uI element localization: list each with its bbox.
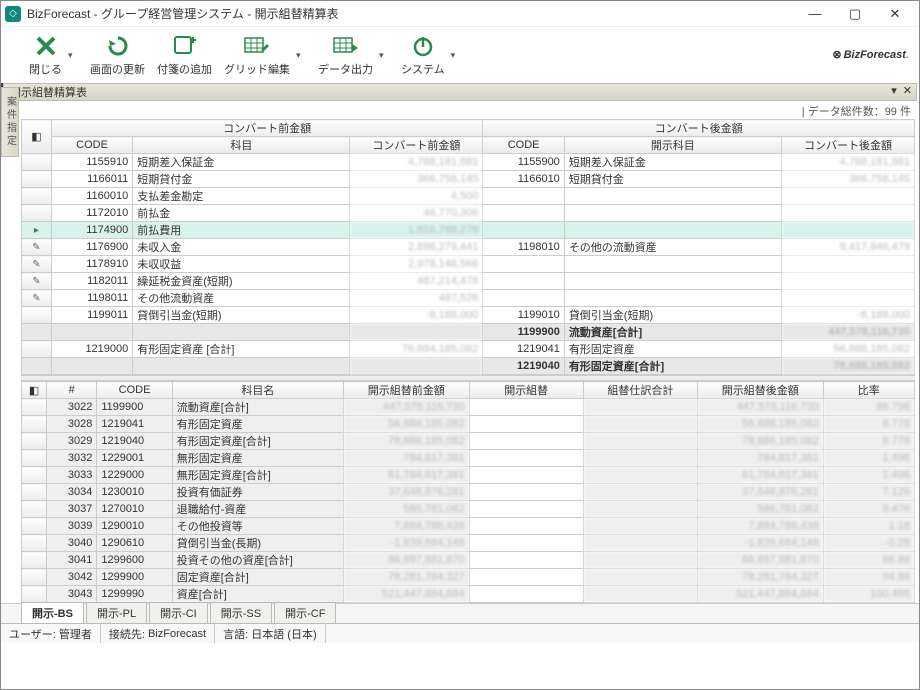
status-user: 管理者: [59, 626, 92, 642]
close-dropdown[interactable]: ▾: [68, 50, 78, 61]
tab-開示-SS[interactable]: 開示-SS: [210, 602, 272, 623]
export-icon: [332, 33, 360, 59]
corner-cell2[interactable]: ◧: [22, 382, 47, 399]
filter-sidebar[interactable]: 案件指定: [1, 87, 19, 157]
refresh-button[interactable]: 画面の更新: [86, 31, 149, 79]
gridedit-dropdown[interactable]: ▾: [296, 50, 306, 61]
table-row[interactable]: 30291219040有形固定資産[合計]78,686,185,08278,68…: [22, 433, 915, 450]
system-dropdown[interactable]: ▾: [451, 50, 461, 61]
gridedit-button[interactable]: グリッド編集: [220, 31, 294, 79]
upper-grid[interactable]: ◧コンバート前金額コンバート後金額 CODE科目コンバート前金額CODE開示科目…: [21, 119, 915, 375]
panel-close-icon[interactable]: ✕: [903, 84, 912, 97]
group-after: コンバート後金額: [483, 120, 915, 137]
brand-logo: ⊗BizForecast.: [832, 41, 909, 64]
table-row[interactable]: 1199011貸倒引当金(短期)-8,188,0001199010貸倒引当金(短…: [22, 307, 915, 324]
maximize-button[interactable]: ▢: [835, 2, 875, 26]
minimize-button[interactable]: —: [795, 2, 835, 26]
table-row[interactable]: 1199900流動資産[合計]447,578,116,730: [22, 324, 915, 341]
table-row[interactable]: 1155910短期差入保証金4,788,181,8811155900短期差入保証…: [22, 154, 915, 171]
table-row[interactable]: ✎1178910未収収益2,978,146,566: [22, 256, 915, 273]
table-row[interactable]: 30321229001無形固定資産784,817,381784,817,3811…: [22, 450, 915, 467]
close-window-button[interactable]: ✕: [875, 2, 915, 26]
lower-grid[interactable]: ◧#CODE科目名開示組替前金額開示組替組替仕訳合計開示組替後金額比率 3022…: [21, 381, 915, 603]
table-row[interactable]: 1219040有形固定資産[合計]78,686,185,082: [22, 358, 915, 375]
titlebar: ◇ BizForecast - グループ経営管理システム - 開示組替精算表 —…: [1, 1, 919, 27]
table-row[interactable]: 30411299600投資その他の資産[合計]86,897,881,87086,…: [22, 552, 915, 569]
table-row[interactable]: ✎1182011繰延税金資産(短期)487,214,478: [22, 273, 915, 290]
tab-開示-CI[interactable]: 開示-CI: [149, 602, 208, 623]
group-before: コンバート前金額: [51, 120, 483, 137]
table-row[interactable]: 1172010前払金46,770,306: [22, 205, 915, 222]
record-count: | データ総件数：99 件: [1, 101, 919, 119]
table-row[interactable]: ▸1174900前払費用1,816,788,278: [22, 222, 915, 239]
close-icon: [34, 33, 58, 59]
table-row[interactable]: 30431299990資産[合計]521,447,884,684521,447,…: [22, 586, 915, 603]
table-row[interactable]: 30391290010その他投資等7,884,788,4387,884,788,…: [22, 518, 915, 535]
table-row[interactable]: 30341230010投資有価証券37,648,876,28137,648,87…: [22, 484, 915, 501]
power-icon: [411, 33, 435, 59]
table-row[interactable]: 30221199900流動資産[合計]447,578,116,730447,57…: [22, 399, 915, 416]
sheet-tabs: 開示-BS開示-PL開示-CI開示-SS開示-CF: [1, 603, 919, 623]
document-title: 開示組替精算表: [10, 84, 87, 100]
table-row[interactable]: 1166011短期貸付金366,758,1451166010短期貸付金366,7…: [22, 171, 915, 188]
table-row[interactable]: 30401290610貸倒引当金(長期)-1,839,684,148-1,839…: [22, 535, 915, 552]
table-row[interactable]: ✎1176900未収入金2,898,279,4411198010その他の流動資産…: [22, 239, 915, 256]
addnote-button[interactable]: 付箋の追加: [153, 31, 216, 79]
status-language: 日本語 (日本): [251, 626, 316, 642]
system-button[interactable]: システム: [397, 31, 449, 79]
table-row[interactable]: 1160010支払差金勘定4,500: [22, 188, 915, 205]
document-header: 開示組替精算表 ▾ ✕: [3, 83, 917, 101]
window-title: BizForecast - グループ経営管理システム - 開示組替精算表: [27, 5, 795, 22]
status-connection: BizForecast: [148, 628, 206, 640]
toolbar: 閉じる ▾ 画面の更新 付箋の追加 グリッド編集 ▾ データ出力 ▾ システム …: [1, 27, 919, 83]
table-row[interactable]: 30371270010退職給付-資産586,781,082586,781,082…: [22, 501, 915, 518]
grid-edit-icon: [243, 33, 271, 59]
table-row[interactable]: 30421299900固定資産[合計]78,281,784,32778,281,…: [22, 569, 915, 586]
tab-開示-CF[interactable]: 開示-CF: [274, 602, 336, 623]
table-row[interactable]: 30331229000無形固定資産[合計]61,784,817,38161,78…: [22, 467, 915, 484]
app-logo-icon: ◇: [5, 6, 21, 22]
export-button[interactable]: データ出力: [314, 31, 377, 79]
panel-menu-icon[interactable]: ▾: [891, 84, 897, 97]
tab-開示-BS[interactable]: 開示-BS: [21, 602, 84, 623]
note-add-icon: [172, 33, 198, 59]
table-row[interactable]: 30281219041有形固定資産56,888,185,08256,888,18…: [22, 416, 915, 433]
table-row[interactable]: ✎1198011その他流動資産487,526: [22, 290, 915, 307]
close-button[interactable]: 閉じる: [25, 31, 66, 79]
refresh-icon: [106, 33, 130, 59]
corner-cell[interactable]: ◧: [22, 120, 52, 154]
status-bar: ユーザー: 管理者 接続先: BizForecast 言語: 日本語 (日本): [1, 623, 919, 643]
table-row[interactable]: 1219000有形固定資産 [合計]76,884,185,0821219041有…: [22, 341, 915, 358]
export-dropdown[interactable]: ▾: [379, 50, 389, 61]
tab-開示-PL[interactable]: 開示-PL: [86, 602, 147, 623]
